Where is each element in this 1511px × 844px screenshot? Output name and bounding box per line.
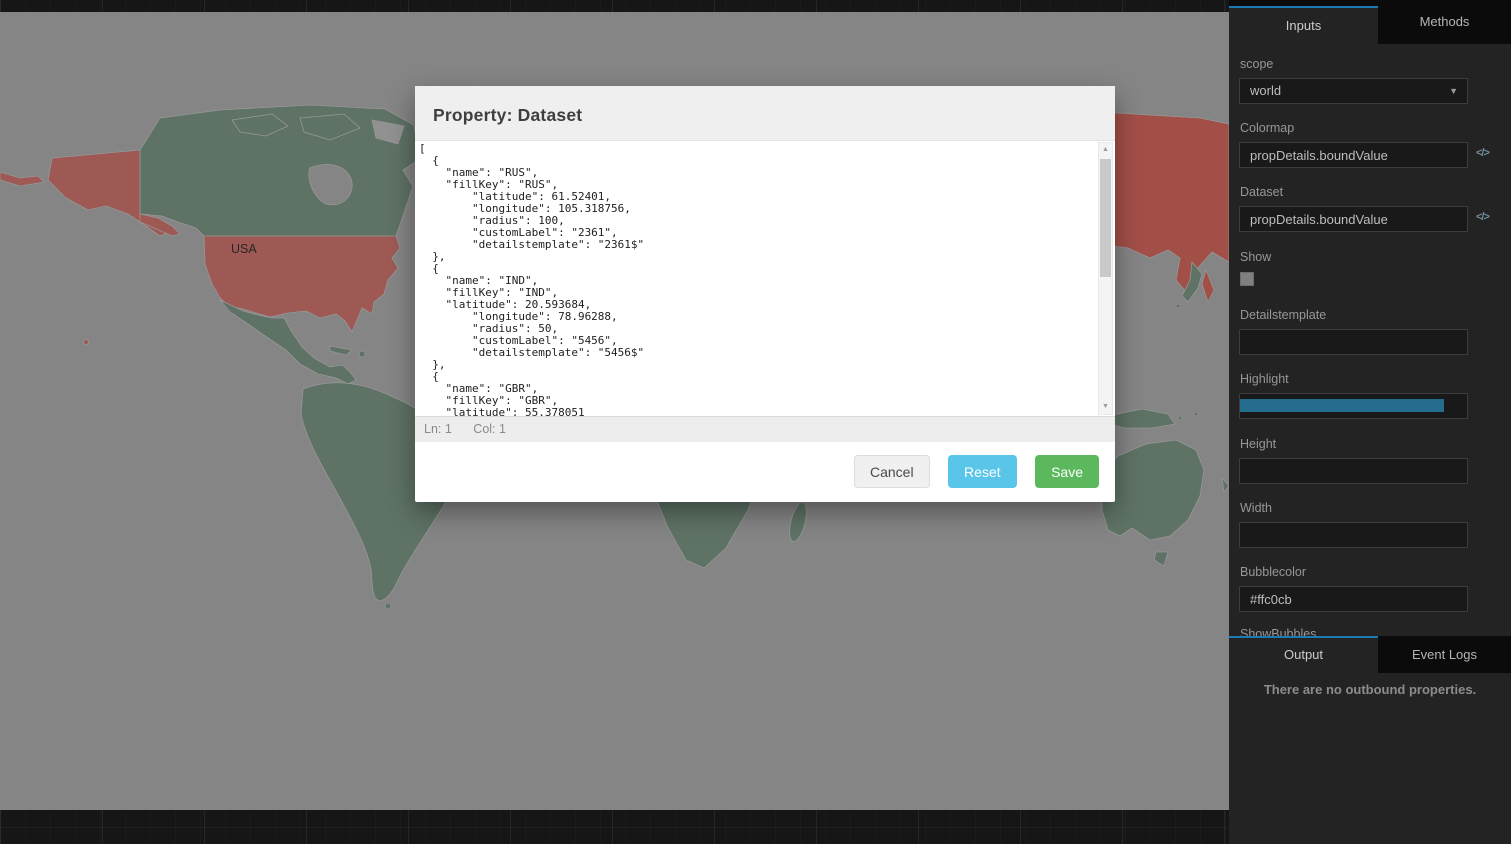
hispaniola	[359, 351, 365, 357]
cancel-button[interactable]: Cancel	[854, 455, 930, 488]
editor-status-bar: Ln: 1 Col: 1	[415, 416, 1115, 442]
tab-methods[interactable]: Methods	[1378, 0, 1511, 44]
show-checkbox[interactable]	[1240, 272, 1254, 286]
colormap-code-icon[interactable]: </>	[1476, 147, 1489, 159]
detailstemplate-input[interactable]	[1239, 329, 1468, 355]
code-editor[interactable]: [ { "name": "RUS", "fillKey": "RUS", "la…	[419, 143, 1093, 416]
scope-label: scope	[1240, 57, 1273, 71]
width-label: Width	[1240, 501, 1272, 515]
tab-methods-label: Methods	[1420, 0, 1470, 44]
dataset-code-icon[interactable]: </>	[1476, 211, 1489, 223]
dialog-editor-area: [ { "name": "RUS", "fillKey": "RUS", "la…	[415, 141, 1115, 416]
tab-output-label: Output	[1284, 638, 1323, 671]
properties-sidebar: Inputs Methods scope world ▼ Colormap </…	[1229, 0, 1511, 844]
japan-south-island	[1176, 304, 1180, 308]
scope-select[interactable]: world ▼	[1239, 78, 1468, 104]
save-button[interactable]: Save	[1035, 455, 1099, 488]
island-dot-2	[1194, 412, 1198, 416]
reset-button[interactable]: Reset	[948, 455, 1017, 488]
highlight-input[interactable]	[1239, 393, 1468, 419]
column-indicator: Col: 1	[473, 422, 506, 436]
sidebar-tabbar: Inputs Methods	[1229, 0, 1511, 44]
detailstemplate-label: Detailstemplate	[1240, 308, 1326, 322]
colormap-label: Colormap	[1240, 121, 1294, 135]
builder-canvas: USA Property: Dataset [ { "name": "RUS",…	[0, 0, 1229, 844]
show-label: Show	[1240, 250, 1271, 264]
output-panel: Output Event Logs There are no outbound …	[1229, 636, 1511, 844]
dataset-input[interactable]	[1239, 206, 1468, 232]
scroll-down-icon[interactable]: ▼	[1099, 401, 1112, 413]
canvas-grid-bottom	[0, 810, 1229, 844]
dataset-label: Dataset	[1240, 185, 1283, 199]
highlight-label: Highlight	[1240, 372, 1289, 386]
tierra-del-fuego	[385, 603, 391, 609]
island-dot-1	[1178, 416, 1182, 420]
scope-select-value: world	[1250, 83, 1281, 98]
line-indicator: Ln: 1	[424, 422, 452, 436]
hawaii	[84, 340, 89, 345]
dialog-footer: Cancel Reset Save	[415, 442, 1115, 501]
bubblecolor-input[interactable]	[1239, 586, 1468, 612]
property-dataset-dialog: Property: Dataset [ { "name": "RUS", "fi…	[415, 86, 1115, 502]
height-label: Height	[1240, 437, 1276, 451]
bubblecolor-label: Bubblecolor	[1240, 565, 1306, 579]
tab-inputs[interactable]: Inputs	[1229, 6, 1378, 44]
dialog-header: Property: Dataset	[415, 86, 1115, 141]
scrollbar-thumb[interactable]	[1100, 159, 1111, 277]
height-input[interactable]	[1239, 458, 1468, 484]
scroll-up-icon[interactable]: ▲	[1099, 144, 1112, 156]
usa-country-label: USA	[231, 242, 257, 256]
tab-event-logs[interactable]: Event Logs	[1378, 636, 1511, 673]
dialog-title: Property: Dataset	[433, 105, 582, 126]
width-input[interactable]	[1239, 522, 1468, 548]
tab-inputs-label: Inputs	[1286, 8, 1321, 43]
highlight-color-bar	[1240, 399, 1444, 412]
editor-scrollbar[interactable]: ▲ ▼	[1098, 142, 1113, 415]
no-outbound-properties-message: There are no outbound properties.	[1229, 682, 1511, 697]
colormap-input[interactable]	[1239, 142, 1468, 168]
tab-output[interactable]: Output	[1229, 636, 1378, 673]
canvas-grid-top	[0, 0, 1229, 12]
output-tabbar: Output Event Logs	[1229, 636, 1511, 673]
chevron-down-icon: ▼	[1449, 79, 1458, 103]
tab-event-logs-label: Event Logs	[1412, 636, 1477, 673]
